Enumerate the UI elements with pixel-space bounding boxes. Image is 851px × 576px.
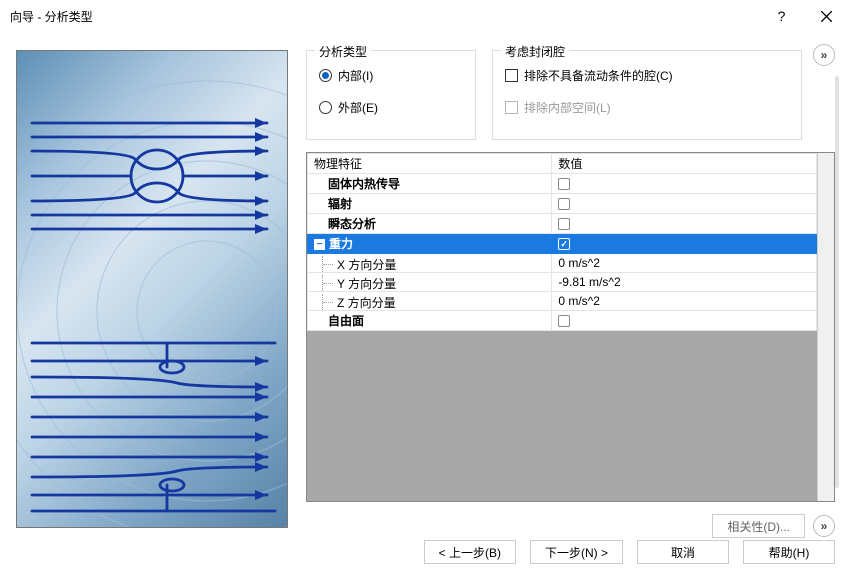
col-header[interactable]: 物理特征 bbox=[308, 154, 552, 174]
group-legend: 分析类型 bbox=[315, 43, 371, 60]
help-icon[interactable]: ? bbox=[759, 2, 804, 30]
table-row[interactable]: 自由面 bbox=[308, 311, 817, 331]
checkbox-icon[interactable] bbox=[558, 178, 570, 190]
next-button[interactable]: 下一步(N) > bbox=[530, 540, 623, 564]
radio-icon bbox=[319, 69, 332, 82]
table-row[interactable]: 辐射 bbox=[308, 194, 817, 214]
table-row[interactable]: 瞬态分析 bbox=[308, 214, 817, 234]
checkbox-icon[interactable] bbox=[558, 198, 570, 210]
checkbox-icon[interactable] bbox=[558, 315, 570, 327]
table-row[interactable]: X 方向分量 0 m/s^2 bbox=[308, 254, 817, 273]
table-row[interactable]: 固体内热传导 bbox=[308, 174, 817, 194]
table-row[interactable]: Z 方向分量 0 m/s^2 bbox=[308, 292, 817, 311]
preview-image bbox=[16, 50, 288, 528]
check-label: 排除不具备流动条件的腔(C) bbox=[524, 67, 673, 84]
check-exclude-noflow[interactable]: 排除不具备流动条件的腔(C) bbox=[505, 65, 789, 85]
back-button[interactable]: < 上一步(B) bbox=[424, 540, 516, 564]
expand-button[interactable]: » bbox=[813, 515, 835, 537]
window-title: 向导 - 分析类型 bbox=[10, 8, 759, 25]
checkbox-icon[interactable] bbox=[558, 218, 570, 230]
radio-internal[interactable]: 内部(I) bbox=[319, 65, 463, 85]
related-button[interactable]: 相关性(D)... bbox=[712, 514, 805, 538]
checkbox-icon[interactable] bbox=[558, 238, 570, 250]
col-header[interactable]: 数值 bbox=[552, 154, 817, 174]
collapse-icon[interactable]: − bbox=[314, 239, 325, 250]
scrollbar-vertical[interactable] bbox=[817, 153, 834, 501]
close-icon[interactable] bbox=[804, 2, 849, 30]
radio-label: 内部(I) bbox=[338, 67, 373, 84]
check-label: 排除内部空间(L) bbox=[524, 99, 611, 116]
cancel-button[interactable]: 取消 bbox=[637, 540, 729, 564]
check-exclude-inner: 排除内部空间(L) bbox=[505, 97, 789, 117]
titlebar: 向导 - 分析类型 ? bbox=[0, 0, 851, 32]
checkbox-icon bbox=[505, 69, 518, 82]
radio-external[interactable]: 外部(E) bbox=[319, 97, 463, 117]
radio-icon bbox=[319, 101, 332, 114]
checkbox-icon bbox=[505, 101, 518, 114]
feature-table: 物理特征 数值 固体内热传导 辐射 瞬态分析 bbox=[306, 152, 835, 502]
radio-label: 外部(E) bbox=[338, 99, 378, 116]
group-cavity: 考虑封闭腔 排除不具备流动条件的腔(C) 排除内部空间(L) bbox=[492, 50, 802, 140]
wizard-footer: < 上一步(B) 下一步(N) > 取消 帮助(H) bbox=[0, 540, 835, 564]
group-legend: 考虑封闭腔 bbox=[501, 43, 569, 60]
group-analysis-type: 分析类型 内部(I) 外部(E) bbox=[306, 50, 476, 140]
table-row[interactable]: Y 方向分量 -9.81 m/s^2 bbox=[308, 273, 817, 292]
table-row-gravity[interactable]: −重力 bbox=[308, 234, 817, 254]
help-button[interactable]: 帮助(H) bbox=[743, 540, 835, 564]
